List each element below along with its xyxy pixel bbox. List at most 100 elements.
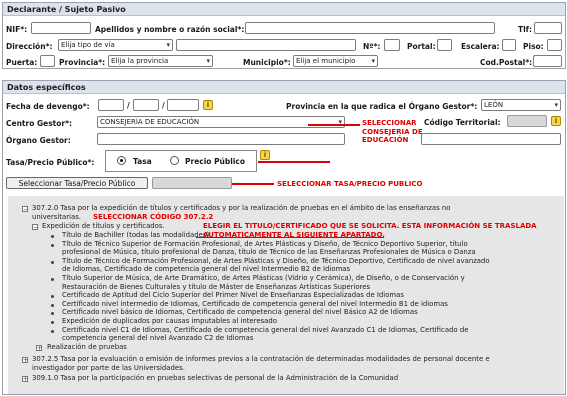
list-bullet [51, 235, 54, 238]
organo-label: Órgano Gestor: [6, 136, 71, 145]
annotation-codigo: SELECCIONAR CÓDIGO 307.2.2 [93, 213, 214, 221]
especificos-title: Datos específicos [3, 81, 565, 94]
annotation-line: EDUCACIÓN [362, 136, 409, 144]
declarante-title: Declarante / Sujeto Pasivo [3, 3, 565, 16]
annotation-consejeria: SELECCIONAR CONSEJERIA DE EDUCACIÓN [362, 119, 423, 145]
select-tasa-button[interactable]: Seleccionar Tasa/Precio Público [6, 177, 148, 189]
centro-gestor-select[interactable]: CONSEJERÍA DE EDUCACIÓN ▾ [97, 116, 345, 128]
codigo-territorial-input [507, 115, 547, 127]
tree-leaf-line: Certificado de Aptitud del Ciclo Superio… [62, 291, 404, 300]
provincia-radica-value: LEÓN [484, 101, 504, 109]
piso-label: Piso: [523, 42, 544, 51]
tree-leaf-item[interactable]: Título de Técnico Superior de Formación … [62, 240, 562, 257]
info-icon[interactable]: i [260, 150, 270, 160]
chevron-down-icon: ▾ [206, 57, 210, 65]
annotation-line: ELEGIR EL TITULO/CERTIFICADO QUE SE SOLI… [203, 222, 537, 230]
info-icon[interactable]: i [551, 116, 561, 126]
tree-leaf-line: Certificado nivel básico de Idiomas, Cer… [62, 308, 418, 317]
tree-leaf-item[interactable]: Título de Técnico de Formación Profesion… [62, 257, 562, 274]
fecha-day-input[interactable] [98, 99, 124, 111]
list-bullet [51, 303, 54, 307]
list-bullet [51, 278, 54, 281]
list-bullet [51, 260, 54, 264]
tree-expand-toggle[interactable]: + [22, 376, 28, 383]
provincia-radica-label: Provincia en la que radica el Órgano Ges… [286, 102, 478, 111]
tlf-label: Tlf: [518, 25, 532, 34]
portal-input[interactable] [437, 39, 452, 51]
organo-gestor-detail-input[interactable] [421, 133, 561, 145]
radio-tasa-label: Tasa [133, 157, 152, 166]
tree-collapse-toggle[interactable]: − [32, 224, 38, 231]
tree-node-realizacion[interactable]: Realización de pruebas [47, 343, 127, 352]
organo-gestor-input[interactable] [97, 133, 345, 145]
cp-label: Cod.Postal*: [480, 58, 533, 67]
tree-leaf-item[interactable]: Certificado de Aptitud del Ciclo Superio… [62, 291, 562, 300]
radio-tasa[interactable] [117, 156, 126, 165]
tree-leaf-line: Título de Técnico Superior de Formación … [62, 239, 468, 248]
list-bullet [51, 321, 54, 324]
fecha-label: Fecha de devengo*: [6, 102, 90, 111]
radio-precio-label: Precio Público [185, 157, 246, 166]
chevron-down-icon: ▾ [166, 41, 170, 49]
portal-label: Portal: [407, 42, 436, 51]
tree-leaf-line: Restauración de Bienes Culturales y títu… [62, 282, 371, 291]
numero-input[interactable] [384, 39, 400, 51]
radio-precio-publico[interactable] [170, 156, 179, 165]
municipio-label: Municipio*: [243, 58, 291, 67]
tree-expand-toggle[interactable]: + [22, 357, 28, 364]
tree-leaf-item[interactable]: Título Superior de Música, de Arte Dramá… [62, 274, 562, 291]
tree-node-line: 307.2.0 Tasa por la expedición de título… [32, 204, 451, 212]
tree-collapse-toggle[interactable]: − [22, 206, 28, 213]
annotation-line: SELECCIONAR [362, 119, 417, 127]
centro-gestor-value: CONSEJERÍA DE EDUCACIÓN [100, 118, 200, 126]
provincia-label: Provincia*: [59, 58, 106, 67]
tree-leaf-item[interactable]: Certificado nivel básico de Idiomas, Cer… [62, 308, 562, 317]
piso-input[interactable] [547, 39, 562, 51]
chevron-down-icon: ▾ [371, 57, 375, 65]
fecha-year-input[interactable] [167, 99, 199, 111]
tree-leaf-line: Certificado nivel C1 de Idiomas, Certifi… [62, 325, 469, 334]
tree-leaf-line: Certificado nivel intermedio de Idiomas,… [62, 299, 448, 308]
cp-input[interactable] [533, 55, 562, 67]
escalera-label: Escalera: [461, 42, 500, 51]
escalera-input[interactable] [502, 39, 516, 51]
tasa-label: Tasa/Precio Público*: [6, 158, 95, 167]
tree-leaf-item[interactable]: Expedición de duplicados por causas impu… [62, 317, 562, 326]
annotation-tasa: SELECCIONAR TASA/PRECIO PUBLICO [277, 180, 423, 188]
tree-leaf-item[interactable]: Certificado nivel intermedio de Idiomas,… [62, 300, 562, 309]
tree-expand-toggle[interactable]: + [36, 345, 42, 352]
apellidos-input[interactable] [245, 22, 495, 34]
annotation-line: CONSEJERIA DE [362, 127, 423, 136]
via-name-input[interactable] [176, 39, 356, 51]
puerta-label: Puerta: [6, 58, 38, 67]
fecha-month-input[interactable] [133, 99, 159, 111]
nif-input[interactable] [31, 22, 91, 34]
tlf-input[interactable] [534, 22, 562, 34]
tree-node-307-2-5[interactable]: 307.2.5 Tasa por la evaluación o emisión… [32, 355, 562, 372]
annotation-arrow-tasa [232, 183, 274, 185]
annotation-arrow-consejeria [308, 124, 360, 126]
list-bullet [51, 329, 54, 333]
municipio-value: Elija el municipio [296, 57, 356, 65]
apellidos-label: Apellidos y nombre o razón social*: [95, 25, 245, 34]
tree-node-309-1-0[interactable]: 309.1.0 Tasa por la participación en pru… [32, 374, 398, 383]
tipo-via-select[interactable]: Elija tipo de vía ▾ [58, 39, 173, 51]
provincia-select[interactable]: Elija la provincia ▾ [108, 55, 213, 67]
tree-leaf-line: profesional de Música, título profesiona… [62, 248, 476, 257]
tipo-via-value: Elija tipo de vía [61, 41, 115, 49]
chevron-down-icon: ▾ [338, 118, 342, 126]
direccion-label: Dirección*: [6, 42, 53, 51]
puerta-input[interactable] [40, 55, 55, 67]
tree-node-line: investigador por parte de las Universida… [32, 363, 185, 372]
nif-label: NIF*: [6, 25, 28, 34]
tree-leaf-line: de Idiomas, Certificado de competencia g… [62, 265, 351, 274]
tree-node-expedicion[interactable]: Expedición de títulos y certificados. [42, 222, 165, 231]
tree-leaf-line: Título de Técnico de Formación Profesion… [62, 256, 490, 265]
annotation-arrow-tasa-radio [258, 161, 330, 163]
date-separator: / [162, 101, 165, 110]
provincia-radica-select[interactable]: LEÓN ▾ [481, 99, 561, 111]
info-icon[interactable]: i [203, 100, 213, 110]
tree-leaf-item[interactable]: Certificado nivel C1 de Idiomas, Certifi… [62, 326, 562, 343]
municipio-select[interactable]: Elija el municipio ▾ [293, 55, 378, 67]
tree-leaf-line: Título Superior de Música, de Arte Dramá… [62, 274, 465, 282]
